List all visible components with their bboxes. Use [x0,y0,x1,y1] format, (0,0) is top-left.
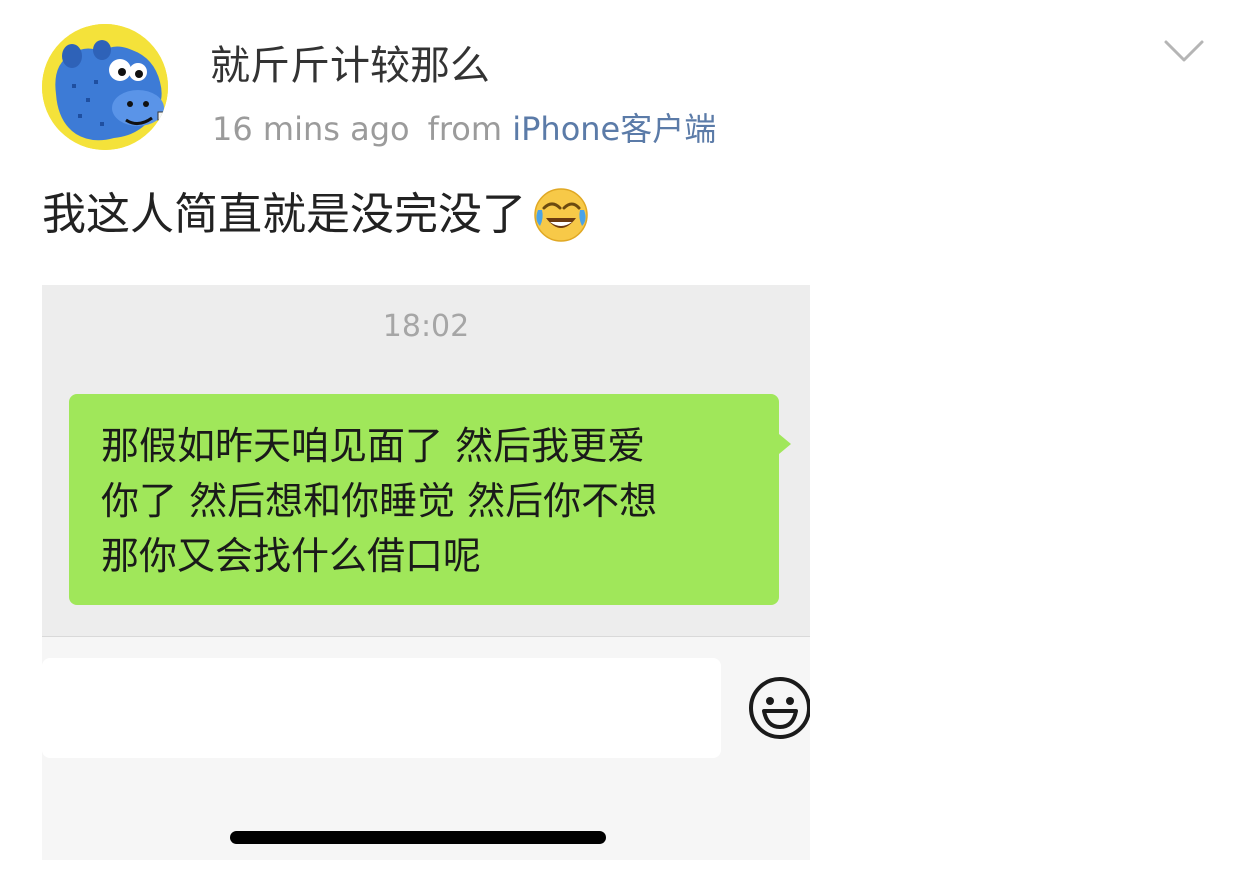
post-time: 16 mins ago [212,110,410,148]
username[interactable]: 就斤斤计较那么 [210,38,490,94]
message-line: 你了 然后想和你睡觉 然后你不想 [101,479,658,523]
emoji-button-icon[interactable] [747,675,810,741]
avatar[interactable] [42,24,168,150]
from-label: from [427,110,503,148]
message-input[interactable] [42,658,721,758]
weibo-post: 就斤斤计较那么 16 mins ago from iPhone客户端 我这人简直就… [0,0,1242,870]
chat-timestamp: 18:02 [382,309,470,344]
home-indicator[interactable] [230,831,606,844]
post-text-content: 我这人简直就是没完没了 [42,189,526,240]
post-text: 我这人简直就是没完没了 [42,184,590,246]
source-link[interactable]: iPhone客户端 [512,110,716,148]
chat-bubble[interactable]: 那假如昨天咱见面了 然后我更爱 你了 然后想和你睡觉 然后你不想 那你又会找什么… [69,394,779,605]
hippo-avatar-icon [42,24,168,150]
chat-screenshot: 18:02 那假如昨天咱见面了 然后我更爱 你了 然后想和你睡觉 然后你不想 那… [42,285,810,860]
chat-bubble-tail [779,434,791,454]
message-line: 那假如昨天咱见面了 然后我更爱 [101,424,646,468]
laughing-crying-emoji-icon [532,186,590,244]
post-meta: 16 mins ago from iPhone客户端 [212,106,716,152]
chevron-down-icon[interactable] [1162,36,1206,66]
chat-input-bar [42,636,810,860]
message-line: 那你又会找什么借口呢 [101,534,482,578]
